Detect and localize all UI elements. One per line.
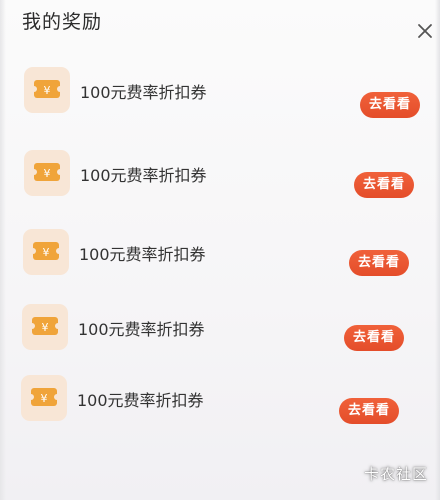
reward-label: 100元费率折扣券 (80, 166, 207, 185)
view-button[interactable]: 去看看 (344, 325, 404, 351)
left-edge-shadow (0, 0, 6, 500)
reward-label: 100元费率折扣券 (80, 83, 207, 102)
reward-label: 100元费率折扣券 (78, 320, 205, 339)
coupon-icon: ¥ (22, 304, 68, 350)
coupon-icon: ¥ (24, 67, 70, 113)
coupon-icon: ¥ (23, 229, 69, 275)
reward-label: 100元费率折扣券 (79, 245, 206, 264)
rewards-panel: 我的奖励 ¥ 100元费率折扣券 去看看 ¥ 100元费率折扣券 去看看 ¥ 1… (0, 0, 440, 500)
right-edge-shadow (435, 0, 440, 500)
svg-text:¥: ¥ (42, 321, 49, 334)
watermark: 卡农社区 (363, 465, 428, 483)
view-button[interactable]: 去看看 (360, 92, 420, 118)
svg-text:¥: ¥ (41, 392, 48, 405)
view-button[interactable]: 去看看 (354, 172, 414, 198)
svg-text:¥: ¥ (43, 246, 50, 259)
close-icon[interactable] (414, 20, 436, 42)
svg-text:¥: ¥ (44, 84, 51, 97)
view-button[interactable]: 去看看 (339, 398, 399, 424)
coupon-icon: ¥ (24, 150, 70, 196)
view-button[interactable]: 去看看 (349, 250, 409, 276)
panel-header: 我的奖励 (0, 0, 440, 40)
coupon-icon: ¥ (21, 375, 67, 421)
reward-label: 100元费率折扣券 (77, 391, 204, 410)
page-title: 我的奖励 (22, 11, 103, 33)
svg-text:¥: ¥ (44, 167, 51, 180)
